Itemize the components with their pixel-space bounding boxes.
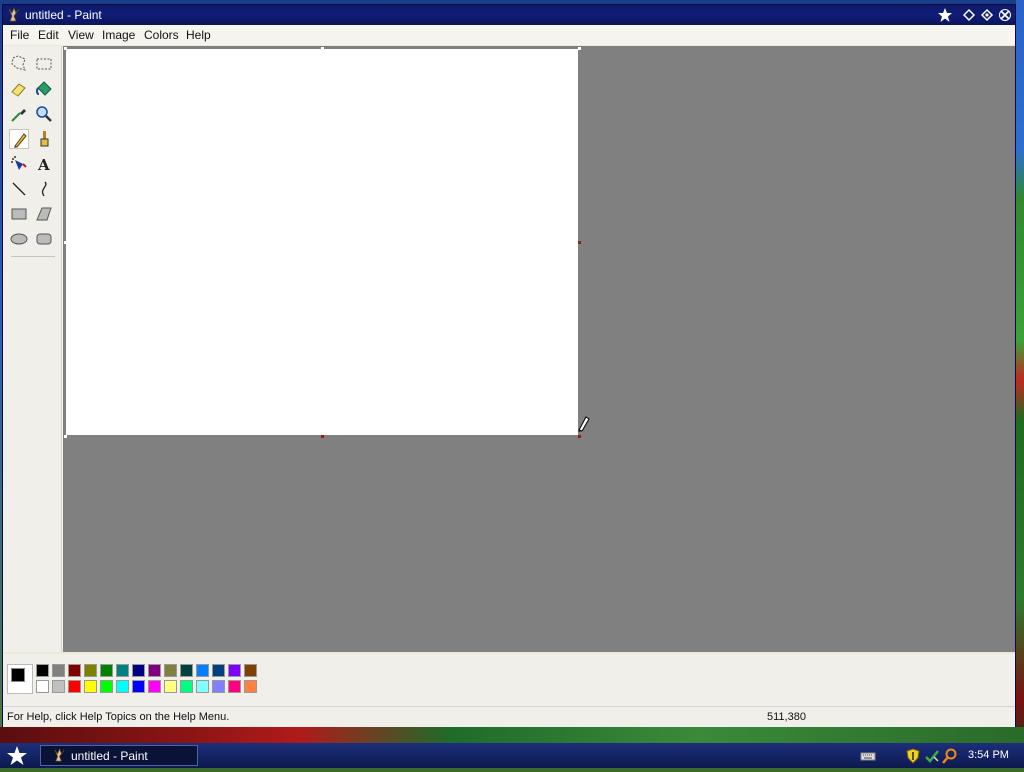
palette-swatch[interactable] (196, 680, 209, 693)
palette-swatch[interactable] (52, 664, 65, 677)
eraser-icon[interactable] (9, 79, 29, 99)
star-icon (7, 746, 27, 765)
palette-swatch[interactable] (228, 680, 241, 693)
menu-bar: File Edit View Image Colors Help (3, 25, 1015, 45)
taskbar-paint-button[interactable]: untitled - Paint (40, 745, 198, 766)
palette-swatch[interactable] (196, 664, 209, 677)
resize-handle-e[interactable] (578, 241, 581, 244)
title-bar[interactable]: untitled - Paint (3, 5, 1015, 25)
curve-icon[interactable] (34, 179, 54, 199)
menu-help[interactable]: Help (186, 28, 211, 42)
keyboard-icon[interactable] (860, 748, 876, 764)
close-icon (999, 9, 1011, 21)
palette-swatch[interactable] (148, 680, 161, 693)
palette-swatch[interactable] (116, 664, 129, 677)
pencil-icon[interactable] (9, 129, 29, 149)
palette-swatch[interactable] (244, 664, 257, 677)
paint-app-icon (8, 7, 20, 22)
paint-app-icon (54, 748, 65, 762)
drawing-canvas[interactable] (66, 49, 578, 435)
palette-swatch[interactable] (36, 680, 49, 693)
resize-handle-ne (578, 47, 581, 50)
status-bar: For Help, click Help Topics on the Help … (3, 706, 1015, 727)
palette-swatch[interactable] (212, 680, 225, 693)
free-select-icon[interactable] (9, 54, 29, 74)
ellipse-icon[interactable] (9, 229, 29, 249)
taskbar: untitled - Paint 3:54 PM (0, 743, 1024, 768)
palette-swatch[interactable] (164, 680, 177, 693)
search-icon[interactable] (942, 748, 958, 764)
toolbox: A (3, 46, 62, 652)
network-icon[interactable] (924, 748, 940, 764)
resize-handle-sw (64, 435, 67, 438)
maximize-button[interactable] (979, 7, 995, 23)
menu-image[interactable]: Image (102, 28, 135, 42)
palette-swatch[interactable] (228, 664, 241, 677)
rectangle-icon[interactable] (9, 204, 29, 224)
menu-colors[interactable]: Colors (144, 28, 179, 42)
menu-edit[interactable]: Edit (38, 28, 59, 42)
magnifier-icon[interactable] (34, 104, 54, 124)
window-title: untitled - Paint (25, 8, 102, 22)
palette-swatch[interactable] (100, 680, 113, 693)
status-help-text: For Help, click Help Topics on the Help … (7, 711, 230, 723)
palette-swatch[interactable] (132, 664, 145, 677)
color-palette (3, 654, 1015, 706)
palette-swatch[interactable] (180, 680, 193, 693)
palette-swatch[interactable] (68, 664, 81, 677)
palette-swatch[interactable] (36, 664, 49, 677)
palette-swatch[interactable] (132, 680, 145, 693)
rounded-rect-icon[interactable] (34, 229, 54, 249)
start-button[interactable] (4, 745, 30, 767)
palette-swatch[interactable] (68, 680, 81, 693)
shield-icon[interactable] (905, 748, 921, 764)
airbrush-icon[interactable] (9, 154, 29, 174)
menu-file[interactable]: File (10, 28, 29, 42)
palette-swatch[interactable] (84, 664, 97, 677)
rect-select-icon[interactable] (34, 54, 54, 74)
minimize-button[interactable] (961, 7, 977, 23)
line-icon[interactable] (9, 179, 29, 199)
cursor-coordinates: 511,380 (767, 711, 806, 723)
close-button[interactable] (997, 7, 1013, 23)
toolbox-divider (11, 256, 55, 257)
diamond-filled-icon (980, 8, 994, 22)
resize-handle-n (321, 47, 324, 50)
svg-text:A: A (37, 156, 50, 174)
palette-swatch[interactable] (84, 680, 97, 693)
paint-window: untitled - Paint File Edit View Image Co… (2, 4, 1016, 727)
pin-button[interactable] (937, 7, 953, 23)
resize-handle-se[interactable] (578, 435, 581, 438)
polygon-icon[interactable] (34, 204, 54, 224)
palette-swatch[interactable] (180, 664, 193, 677)
current-colors[interactable] (7, 664, 33, 694)
canvas-workspace[interactable] (63, 46, 1015, 652)
desktop-wallpaper-edge (1016, 0, 1024, 768)
fill-bucket-icon[interactable] (34, 79, 54, 99)
palette-swatch[interactable] (212, 664, 225, 677)
star-icon (938, 8, 952, 22)
palette-swatch[interactable] (164, 664, 177, 677)
foreground-color-swatch (11, 668, 25, 682)
resize-handle-w (64, 241, 67, 244)
palette-swatch[interactable] (116, 680, 129, 693)
resize-handle-nw (64, 47, 67, 50)
palette-swatch[interactable] (100, 664, 113, 677)
palette-swatch[interactable] (52, 680, 65, 693)
palette-swatch[interactable] (244, 680, 257, 693)
brush-icon[interactable] (34, 129, 54, 149)
client-area: A (3, 46, 1015, 652)
clock[interactable]: 3:54 PM (968, 749, 1009, 761)
text-icon[interactable]: A (34, 154, 54, 174)
taskbar-paint-label: untitled - Paint (71, 749, 148, 763)
color-picker-icon[interactable] (9, 104, 29, 124)
pencil-cursor-icon (578, 416, 590, 432)
menu-view[interactable]: View (68, 28, 94, 42)
resize-handle-s[interactable] (321, 435, 324, 438)
diamond-icon (962, 8, 976, 22)
desktop-wallpaper-bottom (0, 727, 1024, 743)
palette-swatch[interactable] (148, 664, 161, 677)
